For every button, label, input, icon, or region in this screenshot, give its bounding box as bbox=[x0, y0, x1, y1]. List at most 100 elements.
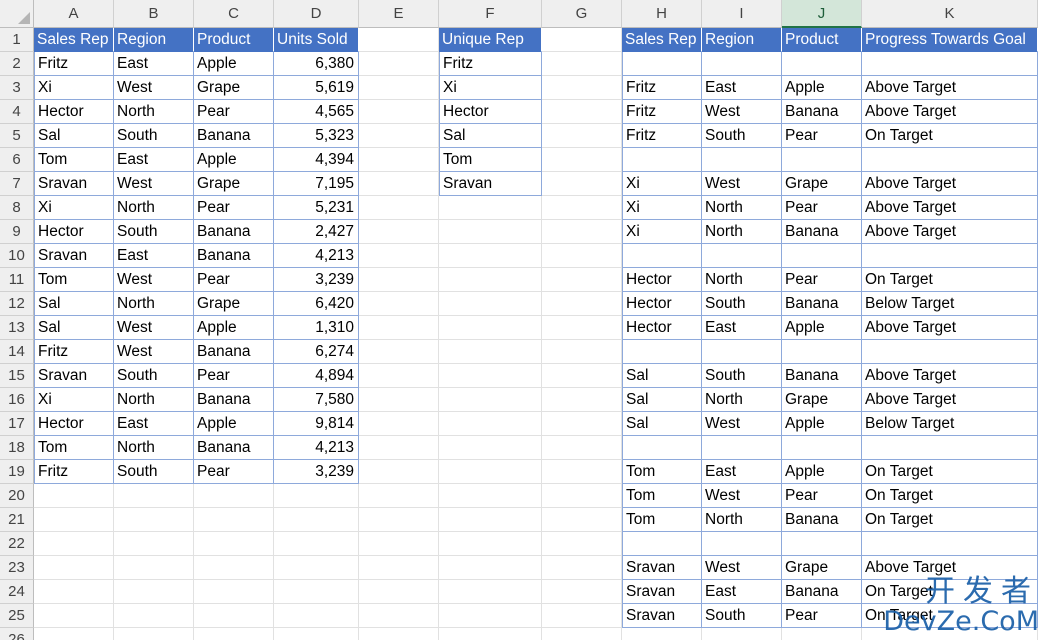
row-header-26[interactable]: 26 bbox=[0, 628, 34, 640]
cell-h19[interactable]: Tom bbox=[622, 460, 702, 484]
cell-b24[interactable] bbox=[114, 580, 194, 604]
cell-i2[interactable] bbox=[702, 52, 782, 76]
cell-h20[interactable]: Tom bbox=[622, 484, 702, 508]
cell-d11[interactable]: 3,239 bbox=[274, 268, 359, 292]
cell-e13[interactable] bbox=[359, 316, 439, 340]
cell-f22[interactable] bbox=[439, 532, 542, 556]
cell-i14[interactable] bbox=[702, 340, 782, 364]
cell-k1[interactable]: Progress Towards Goal bbox=[862, 28, 1038, 52]
cell-i4[interactable]: West bbox=[702, 100, 782, 124]
cell-a25[interactable] bbox=[34, 604, 114, 628]
cell-d4[interactable]: 4,565 bbox=[274, 100, 359, 124]
cell-b16[interactable]: North bbox=[114, 388, 194, 412]
cell-g2[interactable] bbox=[542, 52, 622, 76]
cell-j11[interactable]: Pear bbox=[782, 268, 862, 292]
cell-k25[interactable]: On Target bbox=[862, 604, 1038, 628]
cell-f17[interactable] bbox=[439, 412, 542, 436]
row-header-2[interactable]: 2 bbox=[0, 52, 34, 76]
cell-d2[interactable]: 6,380 bbox=[274, 52, 359, 76]
cell-i15[interactable]: South bbox=[702, 364, 782, 388]
cell-a21[interactable] bbox=[34, 508, 114, 532]
cell-j7[interactable]: Grape bbox=[782, 172, 862, 196]
cell-c20[interactable] bbox=[194, 484, 274, 508]
cell-k14[interactable] bbox=[862, 340, 1038, 364]
cell-d21[interactable] bbox=[274, 508, 359, 532]
cell-d5[interactable]: 5,323 bbox=[274, 124, 359, 148]
cell-h15[interactable]: Sal bbox=[622, 364, 702, 388]
cell-d22[interactable] bbox=[274, 532, 359, 556]
cell-k6[interactable] bbox=[862, 148, 1038, 172]
cell-h11[interactable]: Hector bbox=[622, 268, 702, 292]
cell-c3[interactable]: Grape bbox=[194, 76, 274, 100]
cell-g16[interactable] bbox=[542, 388, 622, 412]
column-header-f[interactable]: F bbox=[439, 0, 542, 28]
cell-e6[interactable] bbox=[359, 148, 439, 172]
cell-j14[interactable] bbox=[782, 340, 862, 364]
cell-a11[interactable]: Tom bbox=[34, 268, 114, 292]
column-header-c[interactable]: C bbox=[194, 0, 274, 28]
row-header-11[interactable]: 11 bbox=[0, 268, 34, 292]
cell-j17[interactable]: Apple bbox=[782, 412, 862, 436]
cell-f8[interactable] bbox=[439, 196, 542, 220]
cell-h22[interactable] bbox=[622, 532, 702, 556]
cell-j18[interactable] bbox=[782, 436, 862, 460]
cell-j19[interactable]: Apple bbox=[782, 460, 862, 484]
cell-c1[interactable]: Product bbox=[194, 28, 274, 52]
cell-k20[interactable]: On Target bbox=[862, 484, 1038, 508]
cell-j5[interactable]: Pear bbox=[782, 124, 862, 148]
cell-h7[interactable]: Xi bbox=[622, 172, 702, 196]
cell-i26[interactable] bbox=[702, 628, 782, 640]
cell-k5[interactable]: On Target bbox=[862, 124, 1038, 148]
cell-e17[interactable] bbox=[359, 412, 439, 436]
cell-k24[interactable]: On Target bbox=[862, 580, 1038, 604]
cell-g13[interactable] bbox=[542, 316, 622, 340]
cell-a10[interactable]: Sravan bbox=[34, 244, 114, 268]
row-header-23[interactable]: 23 bbox=[0, 556, 34, 580]
cell-h16[interactable]: Sal bbox=[622, 388, 702, 412]
cell-k7[interactable]: Above Target bbox=[862, 172, 1038, 196]
cell-b26[interactable] bbox=[114, 628, 194, 640]
row-header-3[interactable]: 3 bbox=[0, 76, 34, 100]
cell-h17[interactable]: Sal bbox=[622, 412, 702, 436]
cell-b19[interactable]: South bbox=[114, 460, 194, 484]
cell-f12[interactable] bbox=[439, 292, 542, 316]
row-header-10[interactable]: 10 bbox=[0, 244, 34, 268]
row-header-20[interactable]: 20 bbox=[0, 484, 34, 508]
cell-i5[interactable]: South bbox=[702, 124, 782, 148]
column-header-b[interactable]: B bbox=[114, 0, 194, 28]
cell-d6[interactable]: 4,394 bbox=[274, 148, 359, 172]
cell-j16[interactable]: Grape bbox=[782, 388, 862, 412]
cell-g11[interactable] bbox=[542, 268, 622, 292]
cell-a2[interactable]: Fritz bbox=[34, 52, 114, 76]
cell-e26[interactable] bbox=[359, 628, 439, 640]
cell-a9[interactable]: Hector bbox=[34, 220, 114, 244]
cell-k11[interactable]: On Target bbox=[862, 268, 1038, 292]
cell-c14[interactable]: Banana bbox=[194, 340, 274, 364]
cell-h1[interactable]: Sales Rep bbox=[622, 28, 702, 52]
column-header-k[interactable]: K bbox=[862, 0, 1038, 28]
cell-h21[interactable]: Tom bbox=[622, 508, 702, 532]
cell-f18[interactable] bbox=[439, 436, 542, 460]
cell-i8[interactable]: North bbox=[702, 196, 782, 220]
cell-i18[interactable] bbox=[702, 436, 782, 460]
spreadsheet-grid[interactable]: ABCDEFGHIJK 1 2 3 4 5 6 7 8 9 10 11 12 13 14 15 16 17 18 1… bbox=[0, 0, 1045, 640]
cell-k13[interactable]: Above Target bbox=[862, 316, 1038, 340]
row-header-13[interactable]: 13 bbox=[0, 316, 34, 340]
cell-k15[interactable]: Above Target bbox=[862, 364, 1038, 388]
cell-d9[interactable]: 2,427 bbox=[274, 220, 359, 244]
cell-b22[interactable] bbox=[114, 532, 194, 556]
cell-b15[interactable]: South bbox=[114, 364, 194, 388]
cell-d14[interactable]: 6,274 bbox=[274, 340, 359, 364]
cell-k8[interactable]: Above Target bbox=[862, 196, 1038, 220]
cell-e14[interactable] bbox=[359, 340, 439, 364]
cell-g26[interactable] bbox=[542, 628, 622, 640]
cell-c21[interactable] bbox=[194, 508, 274, 532]
cell-c18[interactable]: Banana bbox=[194, 436, 274, 460]
cell-a1[interactable]: Sales Rep bbox=[34, 28, 114, 52]
cell-k10[interactable] bbox=[862, 244, 1038, 268]
cell-e4[interactable] bbox=[359, 100, 439, 124]
cell-c26[interactable] bbox=[194, 628, 274, 640]
cell-h9[interactable]: Xi bbox=[622, 220, 702, 244]
cell-e21[interactable] bbox=[359, 508, 439, 532]
cell-h3[interactable]: Fritz bbox=[622, 76, 702, 100]
